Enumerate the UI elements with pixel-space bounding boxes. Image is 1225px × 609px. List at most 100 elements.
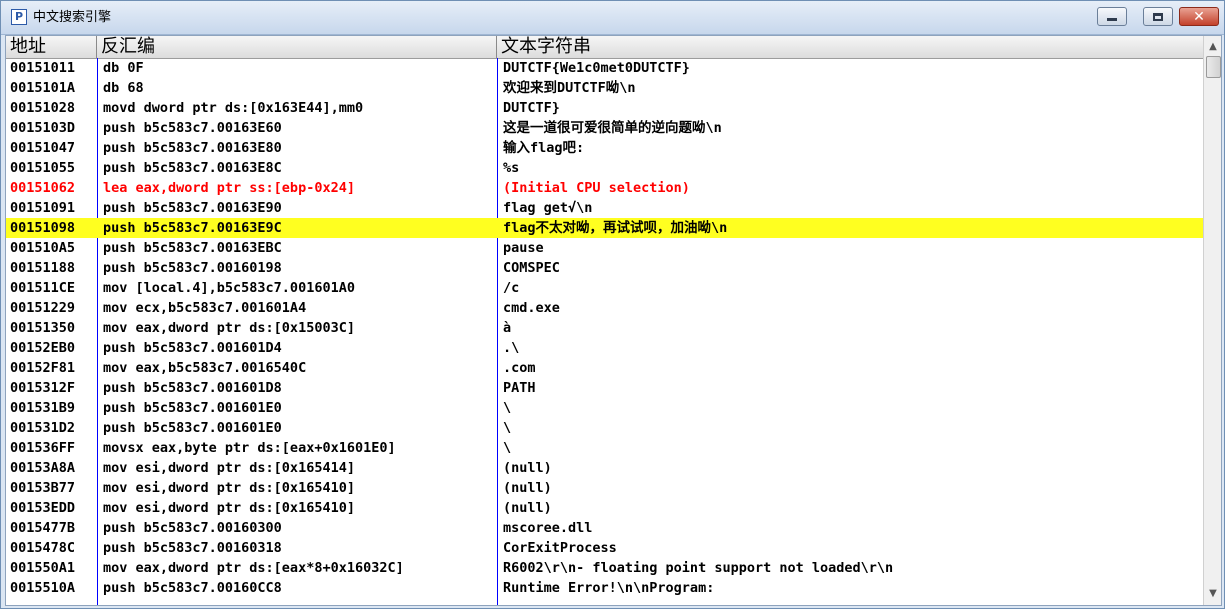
table-row[interactable]: 001536FF movsx eax,byte ptr ds:[eax+0x160… (6, 438, 1203, 458)
table-row[interactable]: 0015101A db 68 欢迎来到DUTCTF呦\n (6, 78, 1203, 98)
results-panel: 地址 反汇编 文本字符串 00151011 db 0F DUTCTF{We1c0me… (5, 35, 1222, 606)
address-cell: 00151350 (10, 320, 76, 336)
search-window: P 中文搜索引擎 ✕ 地址 反汇编 文本字符串 00151011 db 0F DUT… (0, 0, 1225, 609)
text-string-cell: 欢迎来到DUTCTF呦\n (503, 80, 636, 96)
text-string-cell: R6002\r\n- floating point support not lo… (503, 560, 894, 576)
text-string-cell: CorExitProcess (503, 540, 617, 556)
title-bar[interactable]: P 中文搜索引擎 ✕ (1, 1, 1224, 35)
window-title: 中文搜索引擎 (33, 10, 112, 25)
address-cell: 00151028 (10, 100, 76, 116)
vertical-scrollbar[interactable]: ▲ ▼ (1203, 36, 1221, 605)
address-cell: 00151011 (10, 60, 76, 76)
scrollbar-thumb[interactable] (1206, 56, 1221, 78)
table-row[interactable]: 00151062 lea eax,dword ptr ss:[ebp-0x24] (… (6, 178, 1203, 198)
text-string-cell: (null) (503, 460, 552, 476)
table-row[interactable]: 001550A1 mov eax,dword ptr ds:[eax*8+0x16… (6, 558, 1203, 578)
table-row[interactable]: 0015478C push b5c583c7.00160318 CorExitPro… (6, 538, 1203, 558)
table-row[interactable]: 00153A8A mov esi,dword ptr ds:[0x165414] (… (6, 458, 1203, 478)
disassembly-cell: mov ecx,b5c583c7.001601A4 (103, 300, 307, 316)
address-cell: 00152F81 (10, 360, 76, 376)
table-row[interactable]: 00151011 db 0F DUTCTF{We1c0met0DUTCTF} (6, 58, 1203, 78)
maximize-icon (1153, 12, 1163, 21)
disassembly-cell: push b5c583c7.00163E90 (103, 200, 282, 216)
table-row[interactable]: 001511CE mov [local.4],b5c583c7.001601A0 /… (6, 278, 1203, 298)
table-row[interactable]: 00151098 push b5c583c7.00163E9C flag不太对呦，再… (6, 218, 1203, 238)
column-header: 地址 反汇编 文本字符串 (6, 36, 1203, 59)
table-row[interactable]: 0015312F push b5c583c7.001601D8 PATH (6, 378, 1203, 398)
table-row[interactable]: 0015103D push b5c583c7.00163E60 这是一道很可爱很简单… (6, 118, 1203, 138)
table-row[interactable]: 00153EDD mov esi,dword ptr ds:[0x165410] (… (6, 498, 1203, 518)
address-cell: 0015103D (10, 120, 76, 136)
disassembly-cell: mov esi,dword ptr ds:[0x165414] (103, 460, 355, 476)
disassembly-cell: mov esi,dword ptr ds:[0x165410] (103, 500, 355, 516)
disassembly-cell: mov eax,dword ptr ds:[0x15003C] (103, 320, 355, 336)
table-row[interactable]: 00152EB0 push b5c583c7.001601D4 .\ (6, 338, 1203, 358)
table-row[interactable]: 00151350 mov eax,dword ptr ds:[0x15003C] à (6, 318, 1203, 338)
table-row[interactable]: 0015477B push b5c583c7.00160300 mscoree.dl… (6, 518, 1203, 538)
table-row[interactable]: 0015510A push b5c583c7.00160CC8 Runtime Er… (6, 578, 1203, 598)
address-cell: 001536FF (10, 440, 76, 456)
address-cell: 00151091 (10, 200, 76, 216)
disassembly-cell: movd dword ptr ds:[0x163E44],mm0 (103, 100, 364, 116)
disassembly-cell: push b5c583c7.00163E8C (103, 160, 282, 176)
disassembly-cell: push b5c583c7.001601D8 (103, 380, 282, 396)
address-cell: 00152EB0 (10, 340, 76, 356)
table-row[interactable]: 00151047 push b5c583c7.00163E80 输入flag吧: (6, 138, 1203, 158)
address-cell: 00151229 (10, 300, 76, 316)
column-header-text-string[interactable]: 文本字符串 (497, 36, 1203, 58)
results-list: 00151011 db 0F DUTCTF{We1c0met0DUTCTF} 0015… (6, 58, 1203, 598)
address-cell: 001550A1 (10, 560, 76, 576)
column-header-address[interactable]: 地址 (6, 36, 97, 58)
address-cell: 00151055 (10, 160, 76, 176)
disassembly-cell: push b5c583c7.00163E80 (103, 140, 282, 156)
address-cell: 00153B77 (10, 480, 76, 496)
text-string-cell: .com (503, 360, 536, 376)
text-string-cell: mscoree.dll (503, 520, 593, 536)
address-cell: 001511CE (10, 280, 76, 296)
disassembly-cell: push b5c583c7.00163E60 (103, 120, 282, 136)
address-cell: 0015312F (10, 380, 76, 396)
disassembly-cell: lea eax,dword ptr ss:[ebp-0x24] (103, 180, 355, 196)
table-row[interactable]: 00153B77 mov esi,dword ptr ds:[0x165410] (… (6, 478, 1203, 498)
table-row[interactable]: 00151055 push b5c583c7.00163E8C %s (6, 158, 1203, 178)
column-header-disassembly[interactable]: 反汇编 (97, 36, 497, 58)
text-string-cell: %s (503, 160, 520, 176)
maximize-button[interactable] (1143, 7, 1173, 26)
disassembly-cell: push b5c583c7.00163E9C (103, 220, 282, 236)
text-string-cell: à (503, 320, 512, 336)
disassembly-cell: db 0F (103, 60, 144, 76)
table-row[interactable]: 00152F81 mov eax,b5c583c7.0016540C .com (6, 358, 1203, 378)
minimize-icon (1107, 18, 1117, 21)
disassembly-cell: mov esi,dword ptr ds:[0x165410] (103, 480, 355, 496)
disassembly-cell: push b5c583c7.001601E0 (103, 400, 282, 416)
minimize-button[interactable] (1097, 7, 1127, 26)
address-cell: 00151188 (10, 260, 76, 276)
disassembly-cell: push b5c583c7.00160318 (103, 540, 282, 556)
app-icon[interactable]: P (11, 9, 27, 25)
disassembly-cell: push b5c583c7.00163EBC (103, 240, 282, 256)
table-row[interactable]: 00151188 push b5c583c7.00160198 COMSPEC (6, 258, 1203, 278)
text-string-cell: (Initial CPU selection) (503, 180, 690, 196)
disassembly-cell: push b5c583c7.00160300 (103, 520, 282, 536)
text-string-cell: /c (503, 280, 520, 296)
disassembly-cell: movsx eax,byte ptr ds:[eax+0x1601E0] (103, 440, 396, 456)
address-cell: 001531D2 (10, 420, 76, 436)
table-row[interactable]: 00151091 push b5c583c7.00163E90 flag get√\… (6, 198, 1203, 218)
table-row[interactable]: 001510A5 push b5c583c7.00163EBC pause (6, 238, 1203, 258)
table-row[interactable]: 001531B9 push b5c583c7.001601E0 \ (6, 398, 1203, 418)
address-cell: 0015477B (10, 520, 76, 536)
disassembly-cell: db 68 (103, 80, 144, 96)
chevron-down-icon[interactable]: ▼ (1204, 585, 1221, 603)
text-string-cell: Runtime Error!\n\nProgram: (503, 580, 715, 596)
table-row[interactable]: 001531D2 push b5c583c7.001601E0 \ (6, 418, 1203, 438)
text-string-cell: 输入flag吧: (503, 140, 585, 156)
table-row[interactable]: 00151028 movd dword ptr ds:[0x163E44],mm0… (6, 98, 1203, 118)
disassembly-cell: push b5c583c7.001601E0 (103, 420, 282, 436)
text-string-cell: 这是一道很可爱很简单的逆向题呦\n (503, 120, 722, 136)
table-row[interactable]: 00151229 mov ecx,b5c583c7.001601A4 cmd.exe (6, 298, 1203, 318)
text-string-cell: (null) (503, 500, 552, 516)
chevron-up-icon[interactable]: ▲ (1204, 38, 1221, 56)
text-string-cell: COMSPEC (503, 260, 560, 276)
text-string-cell: flag不太对呦，再试试呗，加油呦\n (503, 220, 728, 236)
close-button[interactable]: ✕ (1179, 7, 1219, 26)
